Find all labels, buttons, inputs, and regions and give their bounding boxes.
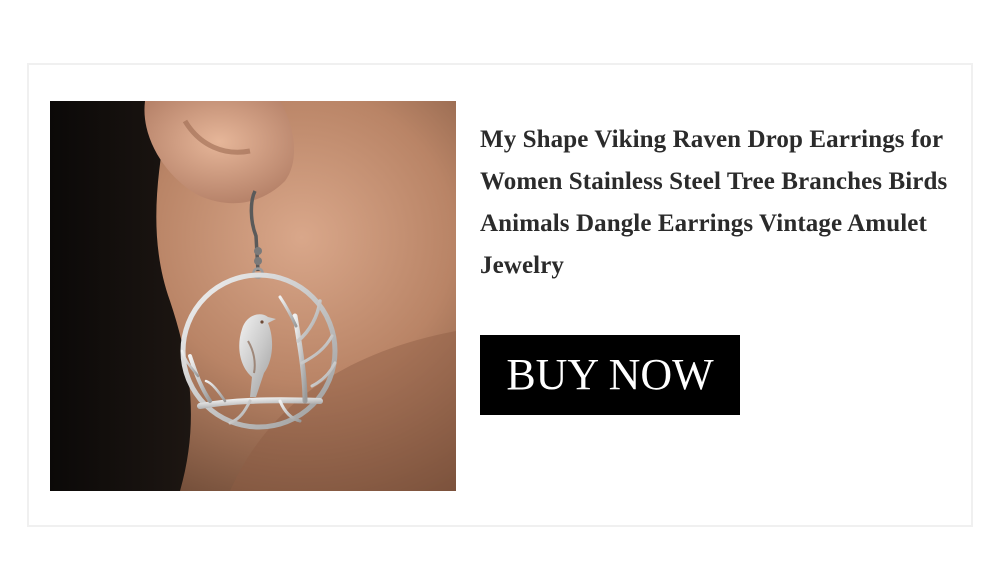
buy-now-button[interactable]: BUY NOW bbox=[480, 335, 740, 415]
product-title: My Shape Viking Raven Drop Earrings for … bbox=[480, 126, 948, 279]
product-image[interactable] bbox=[50, 101, 456, 491]
earring-photo-illustration bbox=[50, 101, 456, 491]
product-card: My Shape Viking Raven Drop Earrings for … bbox=[27, 63, 973, 527]
